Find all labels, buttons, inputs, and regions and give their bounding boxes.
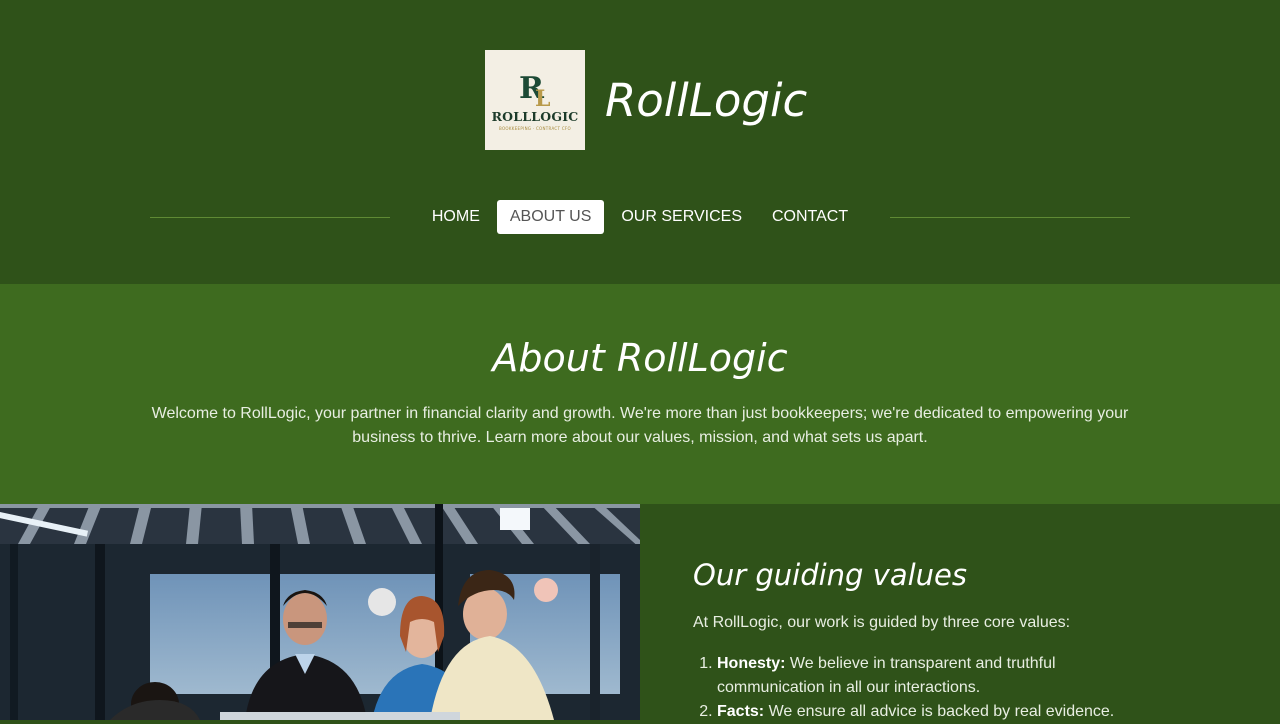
logo-wordmark: ROLLLOGIC (491, 108, 579, 124)
value-term: Facts: (717, 703, 765, 720)
values-list: Honesty: We believe in transparent and t… (693, 652, 1133, 724)
site-header: R L ROLLLOGIC BOOKKEEPING · CONTRACT CFO… (0, 0, 1280, 284)
values-intro: At RollLogic, our work is guided by thre… (693, 614, 1071, 631)
team-meeting-photo (0, 504, 640, 720)
nav-items: HOME ABOUT US OUR SERVICES CONTACT (390, 200, 890, 234)
brand[interactable]: R L ROLLLOGIC BOOKKEEPING · CONTRACT CFO… (485, 50, 807, 150)
nav-divider-left (150, 216, 390, 218)
logo-tagline: BOOKKEEPING · CONTRACT CFO (499, 125, 571, 131)
svg-text:L: L (535, 86, 550, 108)
site-title[interactable]: RollLogic (605, 74, 807, 127)
nav-item-our-services[interactable]: OUR SERVICES (608, 200, 755, 234)
about-section: About RollLogic Welcome to RollLogic, yo… (0, 284, 1280, 504)
page-title: About RollLogic (492, 336, 788, 380)
nav-divider-right (890, 216, 1130, 218)
values-section: Our guiding values At RollLogic, our wor… (0, 504, 1280, 720)
nav-item-contact[interactable]: CONTACT (759, 200, 861, 234)
list-item: Facts: We ensure all advice is backed by… (717, 700, 1133, 724)
value-term: Honesty: (717, 655, 786, 672)
nav-item-home[interactable]: HOME (419, 200, 493, 234)
logo[interactable]: R L ROLLLOGIC BOOKKEEPING · CONTRACT CFO (485, 50, 585, 150)
main-nav: HOME ABOUT US OUR SERVICES CONTACT (150, 200, 1130, 234)
logo-monogram-icon: R L (519, 71, 550, 108)
team-meeting-illustration (0, 504, 640, 720)
list-item: Honesty: We believe in transparent and t… (717, 652, 1133, 700)
about-intro-text: Welcome to RollLogic, your partner in fi… (151, 405, 1129, 446)
value-text: We ensure all advice is backed by real e… (764, 703, 1115, 720)
values-heading: Our guiding values (693, 558, 967, 592)
nav-item-about-us[interactable]: ABOUT US (496, 200, 605, 234)
